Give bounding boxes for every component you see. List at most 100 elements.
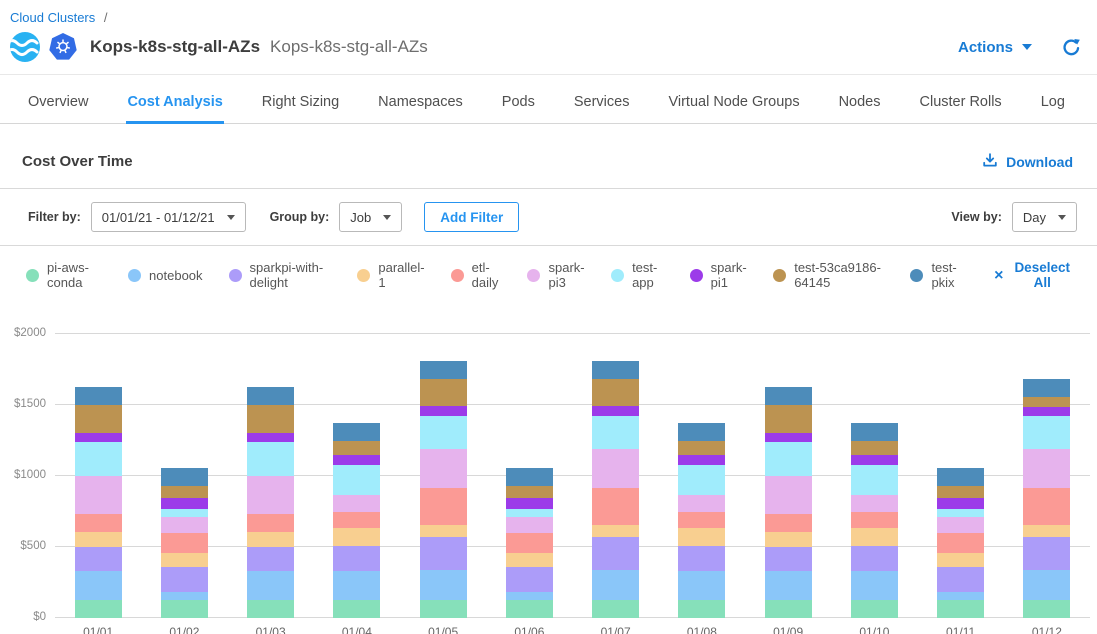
bar-segment-spark-pi1[interactable] [592, 406, 639, 416]
stacked-bar-01/02[interactable] [161, 468, 208, 618]
bar-segment-test-app[interactable] [247, 442, 294, 476]
tab-virtual-node-groups[interactable]: Virtual Node Groups [667, 75, 800, 123]
bar-segment-parallel-1[interactable] [420, 525, 467, 537]
bar-segment-test-pkix[interactable] [678, 423, 725, 442]
bar-segment-notebook[interactable] [937, 592, 984, 601]
bar-segment-pi-aws-conda[interactable] [506, 600, 553, 618]
bar-segment-spark-pi1[interactable] [678, 455, 725, 465]
stacked-bar-01/12[interactable] [1023, 379, 1070, 618]
bar-segment-test-pkix[interactable] [765, 387, 812, 405]
bar-segment-sparkpi-with-delight[interactable] [75, 547, 122, 571]
bar-segment-parallel-1[interactable] [247, 532, 294, 547]
bar-segment-etl-daily[interactable] [851, 512, 898, 528]
bar-segment-test-pkix[interactable] [161, 468, 208, 486]
bar-segment-pi-aws-conda[interactable] [75, 600, 122, 618]
bar-segment-test-53ca9186-64145[interactable] [592, 379, 639, 407]
bar-segment-test-app[interactable] [1023, 416, 1070, 449]
bar-segment-sparkpi-with-delight[interactable] [678, 546, 725, 572]
bar-segment-test-app[interactable] [75, 442, 122, 476]
bar-segment-spark-pi3[interactable] [247, 476, 294, 514]
bar-segment-sparkpi-with-delight[interactable] [161, 567, 208, 592]
bar-segment-etl-daily[interactable] [75, 514, 122, 532]
bar-segment-test-pkix[interactable] [333, 423, 380, 442]
bar-segment-parallel-1[interactable] [592, 525, 639, 537]
tab-overview[interactable]: Overview [27, 75, 89, 123]
stacked-bar-01/01[interactable] [75, 387, 122, 618]
tab-log[interactable]: Log [1040, 75, 1066, 123]
bar-segment-etl-daily[interactable] [765, 514, 812, 532]
bar-segment-test-pkix[interactable] [75, 387, 122, 405]
bar-segment-pi-aws-conda[interactable] [247, 600, 294, 618]
bar-segment-sparkpi-with-delight[interactable] [937, 567, 984, 592]
bar-segment-test-53ca9186-64145[interactable] [161, 486, 208, 498]
bar-segment-notebook[interactable] [592, 570, 639, 600]
legend-item-etl-daily[interactable]: etl-daily [451, 260, 502, 290]
bar-segment-test-pkix[interactable] [851, 423, 898, 442]
bar-segment-sparkpi-with-delight[interactable] [592, 537, 639, 571]
stacked-bar-01/05[interactable] [420, 361, 467, 618]
bar-segment-notebook[interactable] [75, 571, 122, 600]
bar-segment-test-pkix[interactable] [937, 468, 984, 486]
bar-segment-test-53ca9186-64145[interactable] [420, 379, 467, 407]
bar-segment-test-app[interactable] [592, 416, 639, 449]
bar-segment-notebook[interactable] [851, 571, 898, 600]
tab-namespaces[interactable]: Namespaces [377, 75, 464, 123]
tab-nodes[interactable]: Nodes [838, 75, 882, 123]
bar-segment-spark-pi3[interactable] [765, 476, 812, 514]
legend-item-test-app[interactable]: test-app [611, 260, 664, 290]
bar-segment-notebook[interactable] [247, 571, 294, 600]
bar-segment-etl-daily[interactable] [247, 514, 294, 532]
bar-segment-sparkpi-with-delight[interactable] [420, 537, 467, 571]
tab-right-sizing[interactable]: Right Sizing [261, 75, 340, 123]
bar-segment-etl-daily[interactable] [506, 533, 553, 552]
bar-segment-test-app[interactable] [506, 509, 553, 517]
bar-segment-test-pkix[interactable] [506, 468, 553, 486]
bar-segment-test-app[interactable] [851, 465, 898, 495]
bar-segment-pi-aws-conda[interactable] [161, 600, 208, 618]
bar-segment-spark-pi1[interactable] [851, 455, 898, 465]
bar-segment-spark-pi1[interactable] [247, 433, 294, 442]
bar-segment-sparkpi-with-delight[interactable] [333, 546, 380, 572]
bar-segment-notebook[interactable] [678, 571, 725, 600]
bar-segment-sparkpi-with-delight[interactable] [851, 546, 898, 572]
bar-segment-test-53ca9186-64145[interactable] [75, 405, 122, 433]
bar-segment-spark-pi3[interactable] [678, 495, 725, 512]
bar-segment-parallel-1[interactable] [1023, 525, 1070, 538]
bar-segment-spark-pi3[interactable] [161, 517, 208, 533]
view-by-select[interactable]: Day [1012, 202, 1077, 232]
bar-segment-notebook[interactable] [1023, 570, 1070, 600]
bar-segment-spark-pi3[interactable] [937, 517, 984, 533]
date-range-select[interactable]: 01/01/21 - 01/12/21 [91, 202, 246, 232]
deselect-all-button[interactable]: × Deselect All [994, 260, 1073, 290]
bar-segment-test-app[interactable] [333, 465, 380, 495]
bar-segment-etl-daily[interactable] [592, 488, 639, 525]
bar-segment-spark-pi1[interactable] [937, 498, 984, 509]
bar-segment-spark-pi3[interactable] [333, 495, 380, 512]
bar-segment-test-pkix[interactable] [592, 361, 639, 379]
bar-segment-spark-pi1[interactable] [333, 455, 380, 465]
bar-segment-spark-pi1[interactable] [765, 433, 812, 442]
bar-segment-sparkpi-with-delight[interactable] [1023, 537, 1070, 570]
bar-segment-parallel-1[interactable] [333, 528, 380, 545]
bar-segment-test-53ca9186-64145[interactable] [678, 441, 725, 454]
bar-segment-test-app[interactable] [678, 465, 725, 495]
bar-segment-sparkpi-with-delight[interactable] [247, 547, 294, 571]
actions-button[interactable]: Actions [958, 39, 1032, 56]
legend-item-spark-pi3[interactable]: spark-pi3 [527, 260, 585, 290]
bar-segment-parallel-1[interactable] [75, 532, 122, 547]
tab-services[interactable]: Services [573, 75, 631, 123]
bar-segment-etl-daily[interactable] [333, 512, 380, 528]
bar-segment-parallel-1[interactable] [851, 528, 898, 545]
bar-segment-test-53ca9186-64145[interactable] [765, 405, 812, 433]
bar-segment-spark-pi3[interactable] [1023, 449, 1070, 488]
bar-segment-notebook[interactable] [506, 592, 553, 601]
bar-segment-notebook[interactable] [333, 571, 380, 600]
bar-segment-spark-pi1[interactable] [506, 498, 553, 509]
bar-segment-test-app[interactable] [765, 442, 812, 476]
tab-cost-analysis[interactable]: Cost Analysis [126, 75, 223, 124]
legend-item-test-pkix[interactable]: test-pkix [910, 260, 964, 290]
bar-segment-test-app[interactable] [420, 416, 467, 449]
stacked-bar-01/06[interactable] [506, 468, 553, 618]
bar-segment-notebook[interactable] [161, 592, 208, 601]
bar-segment-pi-aws-conda[interactable] [592, 600, 639, 618]
